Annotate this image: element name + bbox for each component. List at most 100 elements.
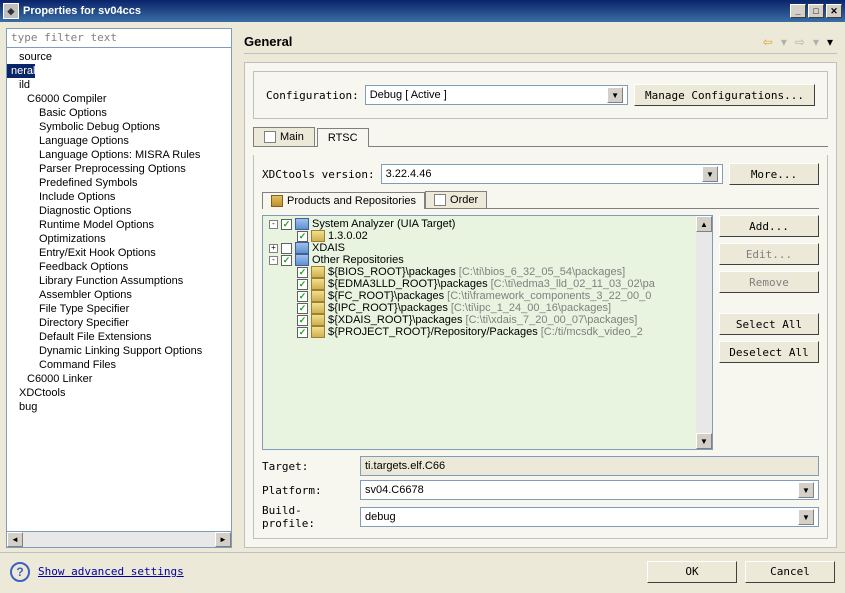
checkbox[interactable] [281,243,292,254]
main-panel: Configuration: Debug [ Active ] ▼ Manage… [244,62,837,548]
dropdown-icon[interactable]: ▼ [798,482,814,498]
dropdown-icon[interactable]: ▼ [798,509,814,525]
nav-tree[interactable]: sourceneralildC6000 CompilerBasic Option… [6,48,232,532]
nav-item[interactable]: C6000 Linker [7,372,231,386]
build-profile-select[interactable]: debug ▼ [360,507,819,527]
expand-icon[interactable]: + [269,244,278,253]
edit-button[interactable]: Edit... [719,243,819,265]
nav-item[interactable]: Dynamic Linking Support Options [7,344,231,358]
nav-item[interactable]: Predefined Symbols [7,176,231,190]
nav-item[interactable]: File Type Specifier [7,302,231,316]
tree-scrollbar[interactable]: ◄ ► [6,532,232,548]
add-button[interactable]: Add... [719,215,819,237]
more-button[interactable]: More... [729,163,819,185]
bottom-bar: ? Show advanced settings OK Cancel [0,552,845,590]
checkbox[interactable]: ✓ [297,303,308,314]
nav-item[interactable]: Default File Extensions [7,330,231,344]
repo-row[interactable]: -✓System Analyzer (UIA Target) [263,218,712,230]
cancel-button[interactable]: Cancel [745,561,835,583]
nav-item[interactable]: Library Function Assumptions [7,274,231,288]
checkbox[interactable]: ✓ [297,327,308,338]
minimize-button[interactable]: _ [790,4,806,18]
manage-configurations-button[interactable]: Manage Configurations... [634,84,815,106]
nav-item[interactable]: Feedback Options [7,260,231,274]
nav-item[interactable]: Symbolic Debug Options [7,120,231,134]
checkbox[interactable]: ✓ [281,255,292,266]
remove-button[interactable]: Remove [719,271,819,293]
nav-item[interactable]: Basic Options [7,106,231,120]
repo-path: [C:\ti\framework_components_3_22_00_0 [447,290,651,302]
nav-item[interactable]: C6000 Compiler [7,92,231,106]
nav-item[interactable]: ild [7,78,231,92]
repo-row[interactable]: + XDAIS [263,242,712,254]
order-icon [434,194,446,206]
checkbox[interactable]: ✓ [297,291,308,302]
repo-row[interactable]: ✓1.3.0.02 [263,230,712,242]
repo-label: ${BIOS_ROOT}\packages [328,266,456,278]
menu-icon[interactable]: ▾ [827,35,833,49]
nav-item[interactable]: XDCtools [7,386,231,400]
checkbox[interactable]: ✓ [297,315,308,326]
show-advanced-link[interactable]: Show advanced settings [38,565,184,578]
scroll-down-icon[interactable]: ▼ [696,433,712,449]
nav-item[interactable]: Assembler Options [7,288,231,302]
checkbox[interactable]: ✓ [297,279,308,290]
target-field[interactable]: ti.targets.elf.C66 [360,456,819,476]
back-icon[interactable]: ⇦ [763,35,773,49]
filter-input[interactable]: type filter text [6,28,232,48]
nav-item[interactable]: Language Options [7,134,231,148]
repo-row[interactable]: ✓${IPC_ROOT}\packages [C:\ti\ipc_1_24_00… [263,302,712,314]
nav-item[interactable]: Entry/Exit Hook Options [7,246,231,260]
select-all-button[interactable]: Select All [719,313,819,335]
nav-item[interactable]: Include Options [7,190,231,204]
xdctools-version-select[interactable]: 3.22.4.46 ▼ [381,164,723,184]
deselect-all-button[interactable]: Deselect All [719,341,819,363]
repo-row[interactable]: -✓ Other Repositories [263,254,712,266]
dropdown-icon[interactable]: ▼ [702,166,718,182]
scroll-right-icon[interactable]: ► [215,532,231,547]
ok-button[interactable]: OK [647,561,737,583]
folder-icon [295,218,309,230]
scroll-left-icon[interactable]: ◄ [7,532,23,547]
nav-item[interactable]: bug [7,400,231,414]
dropdown-icon[interactable]: ▼ [607,87,623,103]
nav-item[interactable]: neral [7,64,35,78]
repo-label: XDAIS [312,242,345,254]
nav-item[interactable]: Directory Specifier [7,316,231,330]
repo-row[interactable]: ✓${PROJECT_ROOT}/Repository/Packages [C:… [263,326,712,338]
repo-row[interactable]: ✓${XDAIS_ROOT}\packages [C:\ti\xdais_7_2… [263,314,712,326]
checkbox[interactable]: ✓ [297,267,308,278]
forward-icon[interactable]: ⇨ [795,35,805,49]
checkbox[interactable]: ✓ [297,231,308,242]
checkbox[interactable]: ✓ [281,219,292,230]
repo-row[interactable]: ✓${EDMA3LLD_ROOT}\packages [C:\ti\edma3_… [263,278,712,290]
platform-select[interactable]: sv04.C6678 ▼ [360,480,819,500]
subtab-products[interactable]: Products and Repositories [262,192,425,209]
close-button[interactable]: ✕ [826,4,842,18]
scroll-up-icon[interactable]: ▲ [696,216,712,232]
subtab-order[interactable]: Order [425,191,487,208]
repo-label: Other Repositories [312,254,404,266]
expand-icon[interactable]: - [269,256,278,265]
nav-item[interactable]: Command Files [7,358,231,372]
repo-row[interactable]: ✓${BIOS_ROOT}\packages [C:\ti\bios_6_32_… [263,266,712,278]
nav-item[interactable]: Runtime Model Options [7,218,231,232]
tab-rtsc[interactable]: RTSC [317,128,369,147]
help-icon[interactable]: ? [10,562,30,582]
repo-label: ${IPC_ROOT}\packages [328,302,448,314]
repo-row[interactable]: ✓${FC_ROOT}\packages [C:\ti\framework_co… [263,290,712,302]
app-icon: ◆ [3,3,19,19]
nav-item[interactable]: Optimizations [7,232,231,246]
tab-main[interactable]: Main [253,127,315,146]
expand-icon[interactable]: - [269,220,278,229]
package-icon [271,195,283,207]
nav-item[interactable]: Parser Preprocessing Options [7,162,231,176]
nav-item[interactable]: source [7,50,231,64]
target-label: Target: [262,460,354,473]
maximize-button[interactable]: □ [808,4,824,18]
nav-item[interactable]: Language Options: MISRA Rules [7,148,231,162]
sub-tab-bar: Products and Repositories Order [262,191,819,209]
nav-item[interactable]: Diagnostic Options [7,204,231,218]
repository-tree[interactable]: -✓System Analyzer (UIA Target)✓1.3.0.02+… [262,215,713,450]
configuration-select[interactable]: Debug [ Active ] ▼ [365,85,628,105]
